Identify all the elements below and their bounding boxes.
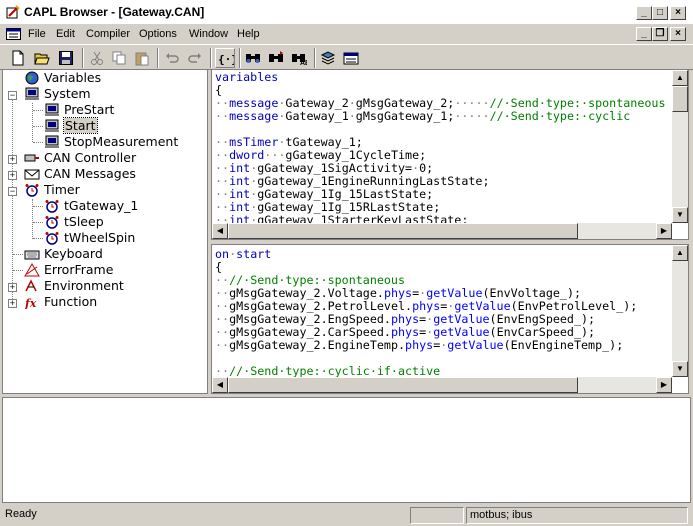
child-close-button[interactable]: × [670, 27, 686, 41]
horizontal-scrollbar[interactable]: ◀ ▶ [212, 223, 672, 239]
alarm-clock-icon [45, 232, 59, 245]
alarm-clock-icon [25, 184, 39, 197]
scroll-right-button[interactable]: ▶ [656, 377, 672, 393]
menu-compiler[interactable]: Compiler [86, 28, 130, 40]
keyboard-icon [24, 250, 40, 260]
status-text: Ready [5, 508, 37, 520]
compile-all-icon[interactable] [341, 48, 361, 68]
open-icon[interactable] [32, 48, 52, 68]
code-line: ··gMsgGateway_2.EngineTemp.phys=·getValu… [215, 338, 624, 352]
computer-icon [45, 135, 59, 148]
tree-line [33, 238, 43, 239]
menu-window[interactable]: Window [189, 28, 228, 40]
expand-environment[interactable]: + [8, 283, 17, 292]
scroll-right-button[interactable]: ▶ [656, 223, 672, 239]
event-tree[interactable]: Variables − System PreStart Start StopMe… [2, 69, 208, 394]
scroll-down-button[interactable]: ▼ [672, 207, 688, 223]
menu-help[interactable]: Help [237, 28, 260, 40]
child-restore-button[interactable]: ❐ [652, 27, 668, 41]
environment-icon [25, 279, 37, 292]
expand-can-controller[interactable]: + [8, 155, 17, 164]
new-icon[interactable] [8, 48, 28, 68]
status-bar: Ready motbus; ibus [0, 505, 693, 526]
error-frame-icon [24, 263, 40, 277]
maximize-button[interactable]: □ [652, 6, 668, 20]
computer-icon [25, 87, 39, 100]
code-line: on·start [215, 247, 272, 261]
status-network: motbus; ibus [466, 507, 688, 524]
toolbar-separator [157, 48, 159, 68]
scroll-thumb[interactable] [228, 223, 578, 239]
menu-bar: File Edit Compiler Options Window Help [0, 24, 693, 44]
title-bar[interactable]: CAPL Browser - [Gateway.CAN] _ □ × [0, 0, 693, 24]
tree-line [32, 199, 33, 239]
vertical-scrollbar[interactable]: ▲ ▼ [672, 70, 688, 223]
menu-options[interactable]: Options [139, 28, 177, 40]
window-title: CAPL Browser - [Gateway.CAN] [24, 5, 205, 19]
toolbar-separator [239, 48, 241, 68]
tree-line [13, 254, 23, 255]
expand-system[interactable]: − [8, 91, 17, 100]
expand-function[interactable]: + [8, 299, 17, 308]
alarm-clock-icon [45, 216, 59, 229]
copy-icon[interactable] [109, 48, 129, 68]
envelope-icon [24, 169, 40, 180]
function-icon: fx [24, 297, 37, 309]
computer-icon [45, 103, 59, 116]
code-line: variables [215, 70, 279, 84]
scroll-down-button[interactable]: ▼ [672, 361, 688, 377]
toolbar-separator [210, 48, 212, 68]
cut-icon[interactable] [87, 48, 107, 68]
tree-line [33, 142, 43, 143]
tree-line [13, 270, 23, 271]
expand-timer[interactable]: − [8, 187, 17, 196]
scroll-up-button[interactable]: ▲ [672, 70, 688, 86]
menu-edit[interactable]: Edit [56, 28, 75, 40]
scroll-thumb[interactable] [672, 86, 688, 112]
tree-line [33, 206, 43, 207]
document-icon[interactable] [6, 27, 21, 41]
expand-can-messages[interactable]: + [8, 171, 17, 180]
tree-line [33, 110, 43, 111]
scroll-up-button[interactable]: ▲ [672, 245, 688, 261]
toolbar-separator [314, 48, 316, 68]
handler-editor[interactable]: on·start{··//·Send·type:·spontaneous ··gM… [211, 244, 689, 394]
svg-text:AB: AB [300, 60, 307, 66]
can-controller-icon [24, 154, 39, 162]
child-minimize-button[interactable]: _ [636, 27, 652, 41]
tree-line [33, 222, 43, 223]
scroll-left-button[interactable]: ◀ [212, 377, 228, 393]
compile-icon[interactable] [318, 48, 338, 68]
output-window[interactable] [2, 397, 691, 503]
toolbar-separator [82, 48, 84, 68]
svg-text:fx: fx [24, 297, 37, 309]
tree-line [33, 126, 43, 127]
scroll-left-button[interactable]: ◀ [212, 223, 228, 239]
computer-icon [45, 119, 59, 132]
menu-file[interactable]: File [28, 28, 46, 40]
horizontal-scrollbar[interactable]: ◀ ▶ [212, 377, 672, 393]
replace-icon[interactable]: AB [289, 48, 309, 68]
close-button[interactable]: × [670, 6, 686, 20]
toolbar: {·} AB [0, 44, 693, 70]
svg-text:{·}: {·} [218, 53, 234, 66]
find-icon[interactable] [243, 48, 263, 68]
save-icon[interactable] [56, 48, 76, 68]
capl-app-icon [6, 5, 20, 19]
tree-line [32, 103, 33, 142]
undo-icon[interactable] [162, 48, 182, 68]
globe-icon [25, 71, 39, 85]
code-line: ··message·Gateway_1·gMsgGateway_1;·····/… [215, 109, 631, 123]
tree-line [12, 95, 13, 303]
scroll-thumb[interactable] [228, 377, 578, 393]
status-cell-empty [410, 507, 464, 524]
alarm-clock-icon [45, 200, 59, 213]
vertical-scrollbar[interactable]: ▲ ▼ [672, 245, 688, 377]
redo-icon[interactable] [185, 48, 205, 68]
minimize-button[interactable]: _ [636, 6, 652, 20]
paste-icon[interactable] [132, 48, 152, 68]
braces-icon[interactable]: {·} [215, 48, 235, 68]
find-next-icon[interactable] [266, 48, 286, 68]
variables-editor[interactable]: variables{··message·Gateway_2·gMsgGatewa… [211, 69, 689, 240]
